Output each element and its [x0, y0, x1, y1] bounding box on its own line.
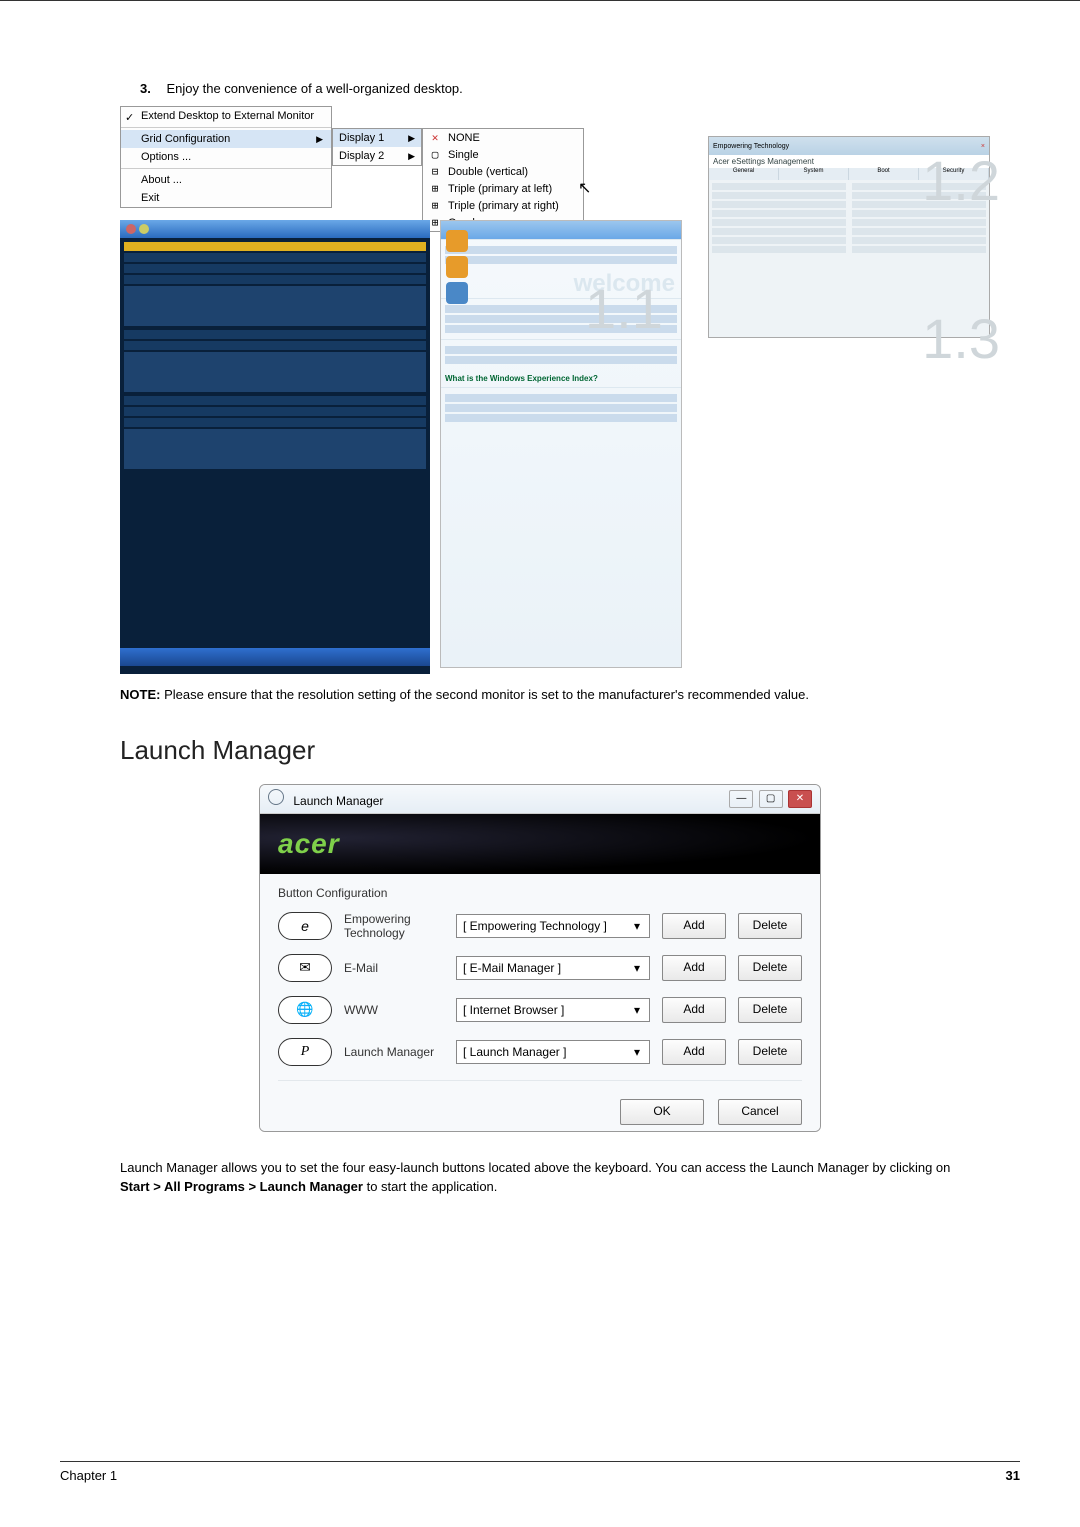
- delete-button[interactable]: Delete: [738, 1039, 802, 1065]
- step-number: 3.: [140, 81, 151, 96]
- add-button[interactable]: Add: [662, 1039, 726, 1065]
- menu-item-grid-config[interactable]: Grid Configuration ▶: [121, 130, 331, 148]
- note-label: NOTE:: [120, 687, 160, 702]
- page-number: 31: [1006, 1468, 1020, 1483]
- key-icon-e: e: [278, 912, 332, 940]
- taskbar-left: [120, 648, 430, 666]
- key-icon-mail: ✉: [278, 954, 332, 982]
- check-icon: ✓: [125, 111, 134, 124]
- cursor-icon: ↖: [578, 178, 591, 198]
- delete-button[interactable]: Delete: [738, 913, 802, 939]
- dropdown-icon: ▾: [629, 1003, 645, 1017]
- desktop-icon: [446, 230, 468, 252]
- dropdown-icon: ▾: [629, 919, 645, 933]
- menu-item-about[interactable]: About ...: [121, 171, 331, 189]
- delete-button[interactable]: Delete: [738, 997, 802, 1023]
- step-text: Enjoy the convenience of a well-organize…: [166, 81, 462, 96]
- layout-double[interactable]: ⊟Double (vertical): [423, 163, 583, 180]
- overlay-number-13: 1.3: [922, 306, 1000, 371]
- note-paragraph: NOTE: Please ensure that the resolution …: [120, 686, 960, 705]
- menu-item-options[interactable]: Options ...: [121, 148, 331, 166]
- layout-triple-left[interactable]: ⊞Triple (primary at left): [423, 180, 583, 197]
- row-label: Launch Manager: [344, 1045, 444, 1059]
- brand-logo: acer: [278, 828, 340, 860]
- background-window-left: [120, 220, 430, 666]
- layout-triple-right[interactable]: ⊞Triple (primary at right): [423, 197, 583, 214]
- start-path: Start > All Programs > Launch Manager: [120, 1179, 363, 1194]
- section-label: Button Configuration: [278, 886, 802, 900]
- launch-manager-dialog: Launch Manager — ▢ ✕ acer Button Configu…: [259, 784, 821, 1132]
- layout-none[interactable]: ✕NONE: [423, 129, 583, 146]
- chapter-label: Chapter 1: [60, 1468, 117, 1483]
- gridvista-context-menu: ✓ Extend Desktop to External Monitor Gri…: [120, 106, 332, 208]
- overlay-number-11: 1.1: [585, 276, 663, 341]
- config-row-email: ✉ E-Mail [ E-Mail Manager ]▾ Add Delete: [278, 954, 802, 982]
- page-footer: Chapter 1 31: [60, 1461, 1020, 1483]
- program-select[interactable]: [ Launch Manager ]▾: [456, 1040, 650, 1064]
- brand-banner: acer: [260, 814, 820, 874]
- menu-item-exit[interactable]: Exit: [121, 189, 331, 207]
- menu-item-extend[interactable]: ✓ Extend Desktop to External Monitor: [121, 107, 331, 125]
- submenu-display2[interactable]: Display 2▶: [333, 147, 421, 165]
- minimize-button[interactable]: —: [729, 790, 753, 808]
- add-button[interactable]: Add: [662, 955, 726, 981]
- key-icon-p: P: [278, 1038, 332, 1066]
- add-button[interactable]: Add: [662, 913, 726, 939]
- desktop-icon: [446, 282, 468, 304]
- dialog-title: Launch Manager: [293, 794, 383, 808]
- config-row-empowering: e Empowering Technology [ Empowering Tec…: [278, 912, 802, 940]
- close-button[interactable]: ✕: [788, 790, 812, 808]
- dropdown-icon: ▾: [629, 961, 645, 975]
- delete-button[interactable]: Delete: [738, 955, 802, 981]
- submenu-display1[interactable]: Display 1▶: [333, 129, 421, 147]
- ok-button[interactable]: OK: [620, 1099, 704, 1125]
- launch-manager-heading: Launch Manager: [120, 735, 960, 766]
- add-button[interactable]: Add: [662, 997, 726, 1023]
- launch-manager-paragraph: Launch Manager allows you to set the fou…: [120, 1158, 960, 1197]
- row-label: Empowering Technology: [344, 912, 444, 940]
- note-text: Please ensure that the resolution settin…: [160, 687, 809, 702]
- config-row-launchmanager: P Launch Manager [ Launch Manager ]▾ Add…: [278, 1038, 802, 1066]
- desktop-icon: [446, 256, 468, 278]
- key-icon-www: 🌐: [278, 996, 332, 1024]
- row-label: WWW: [344, 1003, 444, 1017]
- display-submenu: Display 1▶ Display 2▶: [332, 128, 422, 166]
- dialog-titlebar: Launch Manager — ▢ ✕: [260, 785, 820, 814]
- overlay-number-12: 1.2: [922, 148, 1000, 213]
- experience-index-label: What is the Windows Experience Index?: [441, 370, 681, 387]
- screenshot-figure: ✓ Extend Desktop to External Monitor Gri…: [120, 106, 990, 666]
- row-label: E-Mail: [344, 961, 444, 975]
- submenu-arrow-icon: ▶: [316, 134, 323, 145]
- layout-single[interactable]: ▢Single: [423, 146, 583, 163]
- config-row-www: 🌐 WWW [ Internet Browser ]▾ Add Delete: [278, 996, 802, 1024]
- program-select[interactable]: [ Internet Browser ]▾: [456, 998, 650, 1022]
- program-select[interactable]: [ E-Mail Manager ]▾: [456, 956, 650, 980]
- maximize-button[interactable]: ▢: [759, 790, 783, 808]
- dropdown-icon: ▾: [629, 1045, 645, 1059]
- layout-submenu: ✕NONE ▢Single ⊟Double (vertical) ⊞Triple…: [422, 128, 584, 232]
- app-icon: [268, 789, 284, 805]
- program-select[interactable]: [ Empowering Technology ]▾: [456, 914, 650, 938]
- cancel-button[interactable]: Cancel: [718, 1099, 802, 1125]
- desktop-icons: [442, 226, 472, 308]
- step-line: 3. Enjoy the convenience of a well-organ…: [140, 81, 1020, 96]
